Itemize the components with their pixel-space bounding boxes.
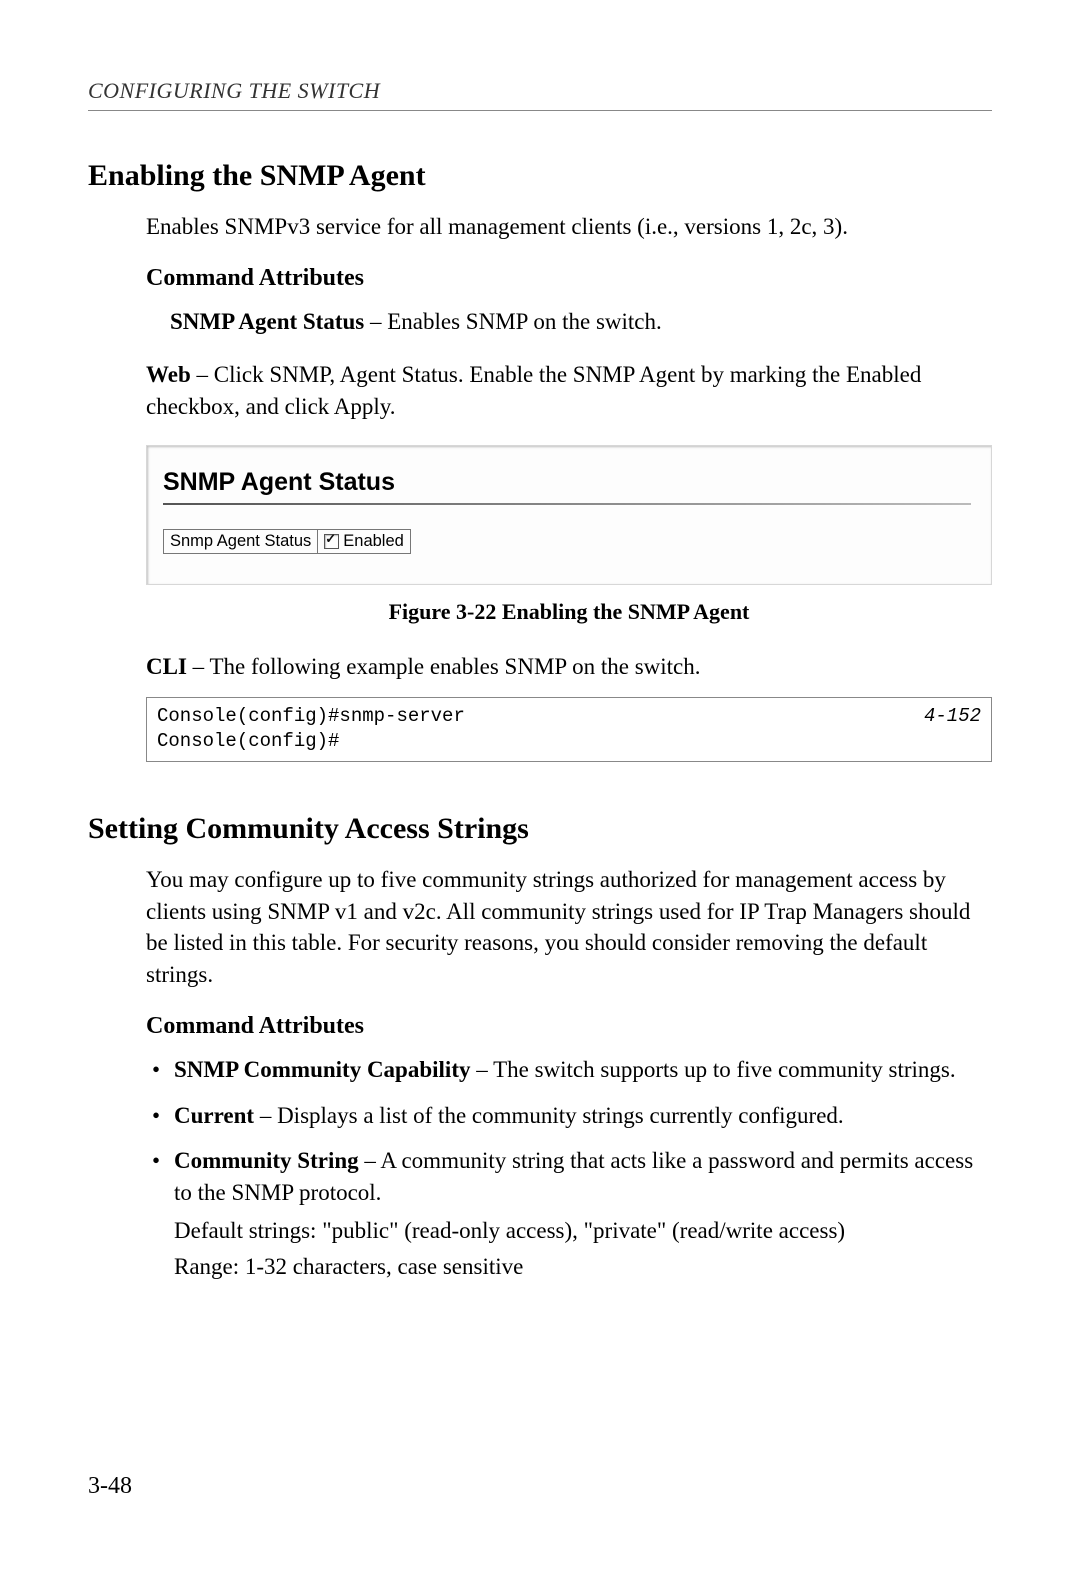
console-output: Console(config)#snmp-server Console(conf…: [146, 697, 992, 762]
web-rest: – Click SNMP, Agent Status. Enable the S…: [146, 362, 921, 419]
row-value-cell: Enabled: [318, 529, 411, 553]
page-content: CONFIGURING THE SWITCH Enabling the SNMP…: [0, 0, 1080, 1282]
console-text: Console(config)#snmp-server Console(conf…: [157, 704, 465, 755]
header-text: CONFIGURING THE SWITCH: [88, 78, 380, 103]
attr-desc: – Enables SNMP on the switch.: [364, 309, 662, 334]
bullet-desc: – Displays a list of the community strin…: [254, 1103, 844, 1128]
list-item: SNMP Community Capability – The switch s…: [146, 1054, 992, 1086]
snmp-status-table: Snmp Agent Status Enabled: [163, 529, 411, 554]
bullet-extras: Default strings: "public" (read-only acc…: [174, 1215, 992, 1282]
attribute-list: SNMP Community Capability – The switch s…: [146, 1054, 992, 1282]
attr-label: SNMP Agent Status: [170, 309, 364, 334]
section1-body: Enables SNMPv3 service for all managemen…: [146, 211, 992, 762]
console-ref: 4-152: [924, 704, 981, 730]
figure-panel: SNMP Agent Status Snmp Agent Status Enab…: [146, 445, 992, 585]
page-number: 3-48: [88, 1473, 132, 1500]
checkbox-label: Enabled: [343, 532, 404, 550]
web-lead: Web: [146, 362, 191, 387]
cli-rest: – The following example enables SNMP on …: [187, 654, 701, 679]
cli-lead: CLI: [146, 654, 187, 679]
list-item: Community String – A community string th…: [146, 1145, 992, 1282]
web-instructions: Web – Click SNMP, Agent Status. Enable t…: [146, 359, 992, 422]
figure-panel-title: SNMP Agent Status: [163, 468, 971, 497]
section2-title: Setting Community Access Strings: [88, 812, 992, 846]
section1-title: Enabling the SNMP Agent: [88, 159, 992, 193]
row-label-cell: Snmp Agent Status: [164, 529, 318, 553]
bullet-label: Community String: [174, 1148, 359, 1173]
figure-caption: Figure 3-22 Enabling the SNMP Agent: [146, 599, 992, 625]
cli-intro: CLI – The following example enables SNMP…: [146, 651, 992, 683]
cmd-attr-heading-2: Command Attributes: [146, 1013, 992, 1040]
extra-line: Range: 1-32 characters, case sensitive: [174, 1251, 992, 1283]
bullet-label: Current: [174, 1103, 254, 1128]
list-item: Current – Displays a list of the communi…: [146, 1100, 992, 1132]
attr-snmp-agent-status: SNMP Agent Status – Enables SNMP on the …: [170, 306, 992, 338]
running-header: CONFIGURING THE SWITCH: [88, 78, 992, 111]
cmd-attr-heading-1: Command Attributes: [146, 265, 992, 292]
bullet-desc: – The switch supports up to five communi…: [470, 1057, 955, 1082]
section2-body: You may configure up to five community s…: [146, 864, 992, 1282]
bullet-label: SNMP Community Capability: [174, 1057, 470, 1082]
enabled-checkbox[interactable]: [324, 534, 339, 549]
section2-intro: You may configure up to five community s…: [146, 864, 992, 991]
table-row: Snmp Agent Status Enabled: [164, 529, 411, 553]
figure-divider: [163, 503, 971, 505]
extra-line: Default strings: "public" (read-only acc…: [174, 1215, 992, 1247]
section1-intro: Enables SNMPv3 service for all managemen…: [146, 211, 992, 243]
